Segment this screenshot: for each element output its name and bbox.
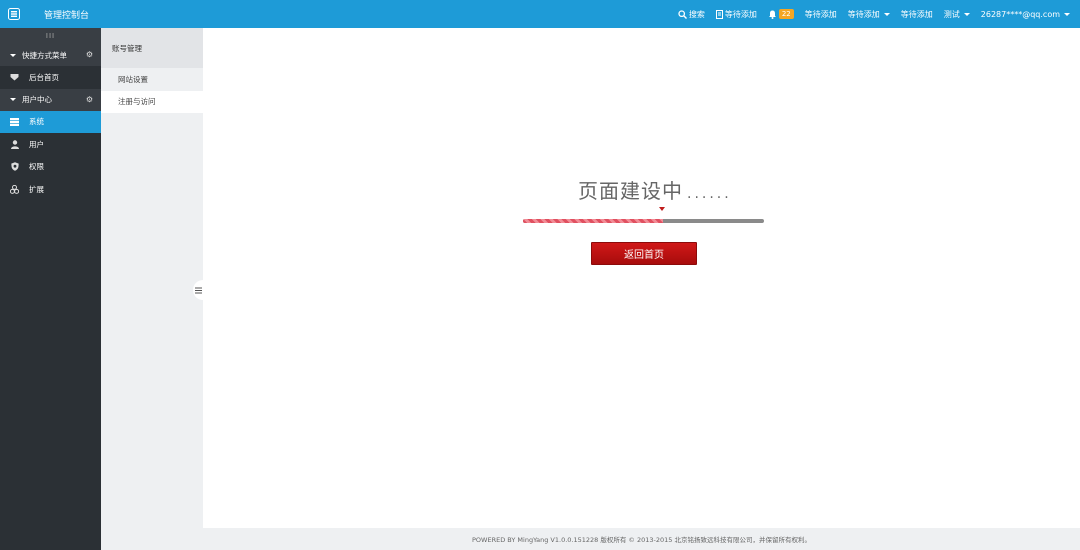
sidebar-item-label: 扩展 [29, 184, 44, 194]
nav-pending-3[interactable]: 等待添加 [901, 9, 933, 20]
sidebar-group-shortcuts[interactable]: 快捷方式菜单 ⚙ [0, 44, 101, 66]
search-icon [678, 9, 687, 19]
loading-dots: ...... [687, 186, 732, 202]
nav-user-dropdown[interactable]: 26287****@qq.com [981, 10, 1070, 19]
sidebar-group-label: 快捷方式菜单 [22, 50, 67, 60]
nav-notifications[interactable]: 22 [768, 9, 794, 19]
user-email: 26287****@qq.com [980, 9, 1060, 19]
sidebar-item-extensions[interactable]: 扩展 [0, 178, 101, 201]
caret-down-icon [10, 53, 16, 57]
sub-item-registration-access[interactable]: 注册与访问 [101, 90, 203, 113]
menu-collapse-icon [194, 287, 202, 293]
extension-icon [10, 184, 19, 194]
return-home-button[interactable]: 返回首页 [591, 242, 697, 265]
sidebar-item-system[interactable]: 系统 [0, 110, 101, 133]
sidebar-item-permissions[interactable]: 权限 [0, 156, 101, 179]
progress-bar [523, 219, 764, 223]
sidebar-item-label: 后台首页 [29, 72, 59, 82]
nav-pending-dropdown-label: 等待添加 [847, 9, 880, 19]
sub-sidebar: 账号管理 网站设置 注册与访问 [101, 28, 203, 550]
notification-badge: 22 [778, 9, 794, 19]
sidebar-item-dashboard[interactable]: 后台首页 [0, 66, 101, 89]
gear-icon[interactable]: ⚙ [86, 95, 93, 104]
nav-pending-2-label: 等待添加 [804, 9, 837, 19]
sidebar-group-user-center[interactable]: 用户中心 ⚙ [0, 88, 101, 111]
top-navbar: 管理控制台 搜索 等待添加 22 等待添加 等待添加 等待添加 测试 26287… [0, 0, 1080, 28]
caret-down-icon [10, 98, 16, 101]
nav-search[interactable]: 搜索 [678, 9, 705, 20]
nav-search-label: 搜索 [688, 9, 705, 19]
shield-icon [10, 162, 19, 172]
sidebar-item-label: 权限 [29, 162, 44, 172]
bell-icon [768, 10, 776, 19]
footer-copyright: POWERED BY MingYang V1.0.0.151228 版权所有 ©… [472, 536, 811, 544]
nav-test-dropdown[interactable]: 测试 [944, 9, 970, 20]
file-icon [715, 9, 723, 19]
sidebar-toggle[interactable]: III [0, 28, 101, 44]
chevron-down-icon [883, 12, 890, 16]
under-construction-title: 页面建设中...... [578, 175, 732, 204]
sub-item-site-settings[interactable]: 网站设置 [101, 68, 203, 91]
chevron-down-icon [1064, 12, 1070, 16]
sidebar-group-label: 用户中心 [22, 95, 52, 104]
progress-marker-icon [659, 207, 665, 211]
app-title[interactable]: 管理控制台 [44, 8, 89, 21]
nav-pending-dropdown[interactable]: 等待添加 [848, 9, 890, 20]
gear-icon[interactable]: ⚙ [86, 50, 93, 59]
server-icon [10, 117, 19, 126]
sidebar: III 快捷方式菜单 ⚙ 后台首页 用户中心 ⚙ 系统 用户 权限 扩展 [0, 28, 101, 550]
progress-bar-fill [523, 219, 663, 223]
dashboard-icon [10, 73, 19, 82]
app-logo-icon[interactable] [8, 8, 20, 20]
nav-test-label: 测试 [943, 9, 960, 19]
chevron-down-icon [963, 12, 970, 16]
user-icon [10, 140, 19, 149]
sidebar-item-label: 系统 [29, 117, 44, 127]
footer: POWERED BY MingYang V1.0.0.151228 版权所有 ©… [203, 528, 1080, 550]
nav-pending-3-label: 等待添加 [900, 9, 933, 19]
sidebar-item-users[interactable]: 用户 [0, 133, 101, 156]
nav-pending-1-label: 等待添加 [724, 9, 757, 19]
nav-pending-2[interactable]: 等待添加 [805, 9, 837, 20]
nav-pending-1[interactable]: 等待添加 [715, 9, 757, 20]
under-construction-text: 页面建设中 [578, 179, 683, 203]
top-nav: 搜索 等待添加 22 等待添加 等待添加 等待添加 测试 26287****@q… [678, 0, 1070, 28]
sub-sidebar-header: 账号管理 [101, 28, 203, 68]
main-content: 页面建设中...... 返回首页 [203, 28, 1080, 528]
sidebar-item-label: 用户 [29, 139, 44, 149]
